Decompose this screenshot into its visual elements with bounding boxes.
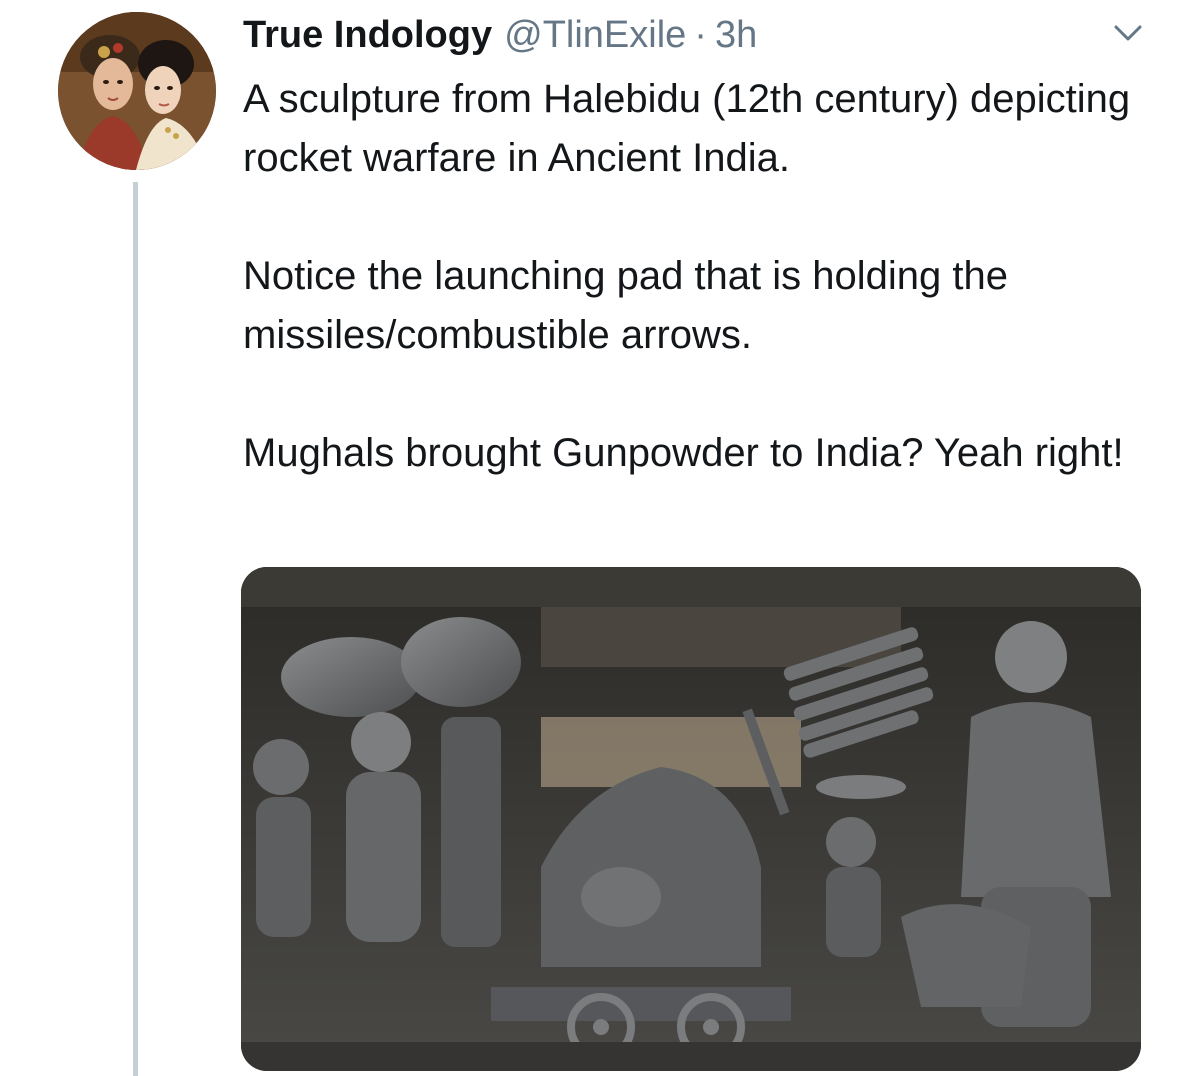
user-handle[interactable]: @TlinExile: [504, 10, 686, 60]
thread-line: [133, 182, 138, 1076]
tweet-paragraph: Notice the launching pad that is holding…: [243, 254, 1008, 357]
tweet-text: A sculpture from Halebidu (12th century)…: [243, 70, 1163, 483]
tweet-media-image[interactable]: [241, 567, 1141, 1071]
avatar[interactable]: [58, 12, 216, 170]
tweet-header: True Indology @TlinExile · 3h: [243, 10, 757, 60]
chevron-down-icon[interactable]: [1110, 18, 1146, 48]
timestamp[interactable]: 3h: [715, 10, 757, 60]
separator-dot: ·: [694, 14, 707, 56]
tweet-paragraph: A sculpture from Halebidu (12th century)…: [243, 77, 1131, 180]
tweet-paragraph: Mughals brought Gunpowder to India? Yeah…: [243, 431, 1124, 475]
display-name[interactable]: True Indology: [243, 10, 492, 60]
